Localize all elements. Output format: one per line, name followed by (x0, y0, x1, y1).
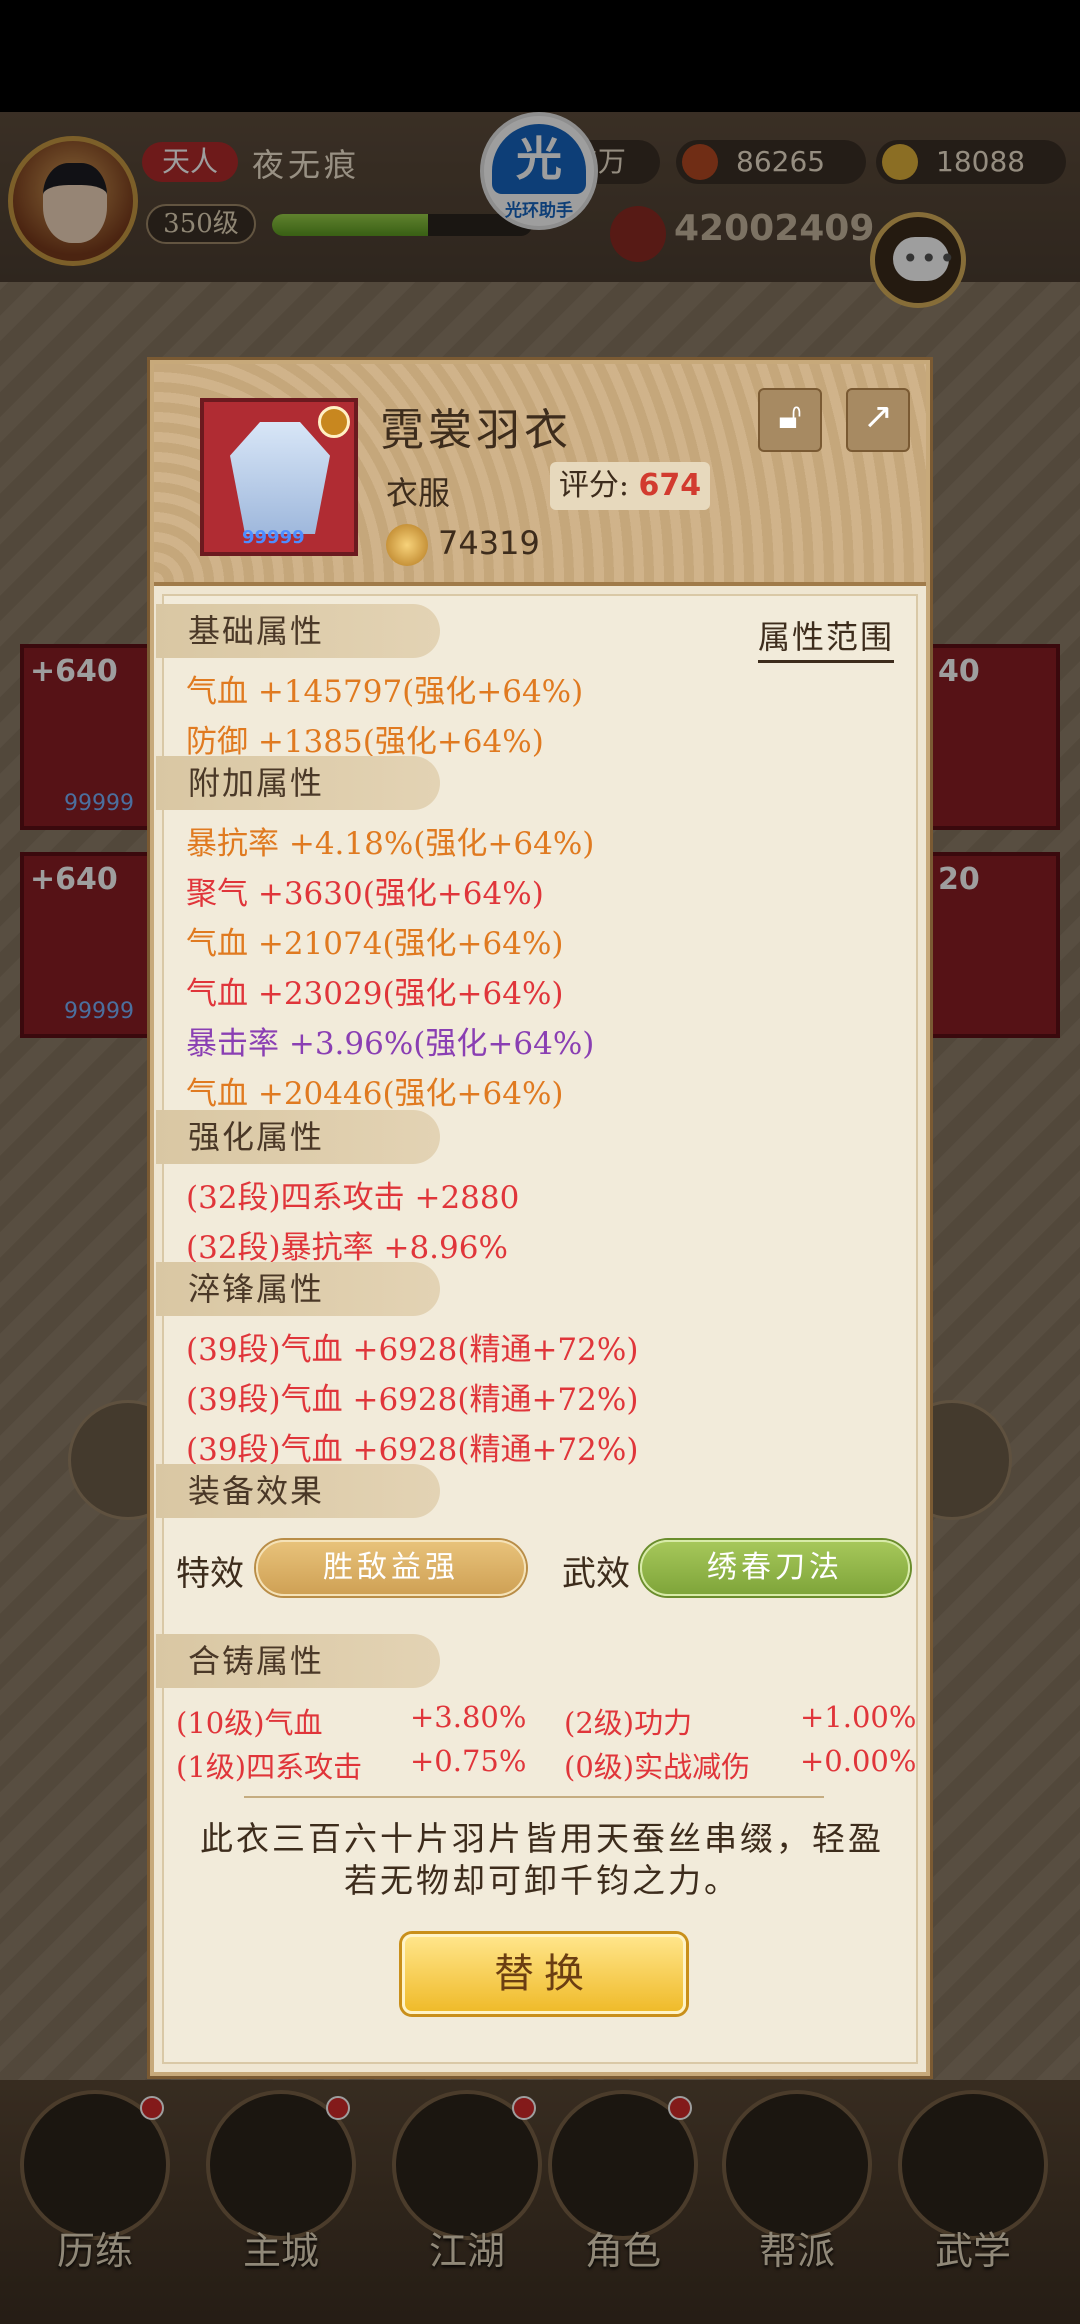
coin-icon (386, 524, 428, 566)
item-name: 霓裳羽衣 (380, 405, 572, 456)
score-box: 评分: 674 (550, 462, 710, 510)
lock-button[interactable]: 🔓︎ (758, 388, 822, 452)
cast-attr-value: +0.00% (800, 1744, 917, 1778)
attr-row: 暴击率 +3.96%(强化+64%) (186, 1026, 595, 1062)
section-base: 基础属性 (156, 604, 440, 658)
share-button[interactable]: ↗ (846, 388, 910, 452)
cast-attr-name: (1级)四系攻击 (176, 1750, 363, 1784)
item-icon: 99999 (200, 398, 358, 556)
attr-row: 气血 +23029(强化+64%) (186, 976, 564, 1012)
item-stars: 99999 (242, 527, 305, 548)
martial-effect-label: 武效 (562, 1554, 630, 1594)
attr-row: 气血 +20446(强化+64%) (186, 1076, 564, 1112)
share-icon: ↗ (862, 396, 894, 437)
attr-row: (32段)四系攻击 +2880 (186, 1180, 520, 1216)
cast-attr-name: (10级)气血 (176, 1706, 323, 1740)
lock-icon: 🔓︎ (778, 396, 802, 437)
coin-value: 74319 (438, 524, 540, 562)
quality-badge-icon (318, 406, 350, 438)
attribute-range-link[interactable]: 属性范围 (757, 612, 894, 663)
section-effect: 装备效果 (156, 1464, 440, 1518)
cast-attr-name: (2级)功力 (564, 1706, 693, 1740)
attr-row: 气血 +145797(强化+64%) (186, 674, 584, 710)
attr-row: 暴抗率 +4.18%(强化+64%) (186, 826, 595, 862)
cast-attr-value: +0.75% (410, 1744, 527, 1778)
score-label: 评分: (558, 468, 629, 503)
item-type: 衣服 (386, 474, 451, 512)
robe-icon (230, 422, 330, 534)
martial-effect-pill[interactable]: 绣春刀法 (640, 1540, 910, 1596)
attribute-panel[interactable]: 属性范围 基础属性 气血 +145797(强化+64%) 防御 +1385(强化… (156, 594, 918, 2064)
cast-attr-name: (0级)实战减伤 (564, 1750, 751, 1784)
status-bar (0, 0, 1080, 112)
section-extra: 附加属性 (156, 756, 440, 810)
section-cast: 合铸属性 (156, 1634, 440, 1688)
item-detail-modal: 99999 霓裳羽衣 衣服 评分: 674 74319 🔓︎ ↗ 属性范围 基础… (150, 360, 930, 2076)
score-value: 674 (638, 468, 702, 503)
attr-row: 防御 +1385(强化+64%) (186, 724, 544, 760)
attr-row: (32段)暴抗率 +8.96% (186, 1230, 508, 1266)
cast-attr-value: +3.80% (410, 1700, 527, 1734)
divider (244, 1796, 824, 1798)
item-header: 99999 霓裳羽衣 衣服 评分: 674 74319 🔓︎ ↗ (154, 364, 926, 586)
cast-attr-value: +1.00% (800, 1700, 917, 1734)
attr-row: 聚气 +3630(强化+64%) (186, 876, 544, 912)
item-description: 此衣三百六十片羽片皆用天蚕丝串缀，轻盈若无物却可卸千钧之力。 (200, 1819, 884, 1900)
attr-row: 气血 +21074(强化+64%) (186, 926, 564, 962)
attr-row: (39段)气血 +6928(精通+72%) (186, 1432, 639, 1468)
replace-button[interactable]: 替换 (402, 1934, 686, 2014)
attr-row: (39段)气血 +6928(精通+72%) (186, 1382, 639, 1418)
special-effect-label: 特效 (176, 1554, 244, 1594)
special-effect-pill[interactable]: 胜敌益强 (256, 1540, 526, 1596)
section-enhance: 强化属性 (156, 1110, 440, 1164)
section-temper: 淬锋属性 (156, 1262, 440, 1316)
attr-row: (39段)气血 +6928(精通+72%) (186, 1332, 639, 1368)
